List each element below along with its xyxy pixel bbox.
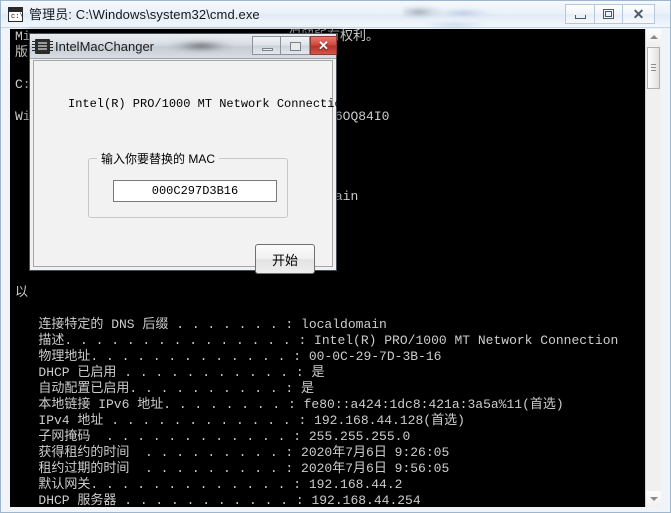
cmd-icon-prompt: c:\ xyxy=(11,13,23,21)
window-close-button[interactable]: ✕ xyxy=(623,4,655,24)
dialog-titlebar[interactable]: IntelMacChanger ✕ xyxy=(30,34,337,59)
scrollbar-up-button[interactable] xyxy=(646,29,661,45)
console-line: DHCP 服务器 . . . . . . . . . . . : 192.168… xyxy=(15,493,421,507)
scrollbar-down-button[interactable] xyxy=(646,491,661,507)
minimize-icon xyxy=(574,14,586,19)
console-line: 连接特定的 DNS 后缀 . . . . . . . : localdomain xyxy=(15,317,387,332)
cmd-window: c:\ 管理员: C:\Windows\system32\cmd.exe ✕ M… xyxy=(0,0,671,513)
chevron-up-icon xyxy=(649,35,658,39)
window-minimize-button[interactable] xyxy=(565,4,594,24)
chevron-down-icon xyxy=(649,497,658,501)
console-line: 获得租约的时间 . . . . . . . . . : 2020年7月6日 9:… xyxy=(15,445,450,460)
console-line: 以 xyxy=(15,285,29,300)
console-line: IPv4 地址 . . . . . . . . . . . . : 192.16… xyxy=(15,413,465,428)
mac-group-label: 输入你要替换的 MAC xyxy=(97,150,220,167)
minimize-icon xyxy=(262,48,273,51)
close-icon: ✕ xyxy=(318,38,329,53)
console-line: 自动配置已启用. . . . . . . . . . : 是 xyxy=(15,381,315,396)
dialog-maximize-button[interactable] xyxy=(281,36,310,55)
console-line: 本地链接 IPv6 地址. . . . . . . . : fe80::a424… xyxy=(15,397,564,412)
adapter-name-label: Intel(R) PRO/1000 MT Network Connection xyxy=(68,97,349,111)
console-line: 物理地址. . . . . . . . . . . . . : 00-0C-29… xyxy=(15,349,442,364)
console-scrollbar[interactable] xyxy=(645,29,661,507)
window-titlebar[interactable]: c:\ 管理员: C:\Windows\system32\cmd.exe ✕ xyxy=(1,1,670,28)
intelmacchanger-dialog[interactable]: IntelMacChanger ✕ Intel(R) PRO/1000 MT N… xyxy=(29,33,349,274)
scrollbar-thumb[interactable] xyxy=(647,47,660,89)
console-line: DHCP 已启用 . . . . . . . . . . . : 是 xyxy=(15,365,325,380)
dialog-minimize-button[interactable] xyxy=(252,36,281,55)
dialog-body: Intel(R) PRO/1000 MT Network Connection … xyxy=(33,60,349,274)
mac-address-input[interactable] xyxy=(113,180,277,202)
dialog-title: IntelMacChanger xyxy=(55,39,154,54)
dialog-close-button[interactable]: ✕ xyxy=(310,36,337,55)
console-line: 租约过期的时间 . . . . . . . . . : 2020年7月6日 9:… xyxy=(15,461,450,476)
scrollbar-grip-icon xyxy=(651,64,656,71)
start-button[interactable]: 开始 xyxy=(255,244,315,274)
chip-icon xyxy=(32,39,53,54)
maximize-icon xyxy=(290,42,301,51)
console-line: 描述. . . . . . . . . . . . . . . : Intel(… xyxy=(15,333,619,348)
restore-icon xyxy=(603,9,614,19)
dialog-title-blurred-overlay xyxy=(165,37,237,56)
console-line: 默认网关. . . . . . . . . . . . . : 192.168.… xyxy=(15,477,403,492)
window-title: 管理员: C:\Windows\system32\cmd.exe xyxy=(29,7,260,22)
close-icon: ✕ xyxy=(632,6,645,22)
window-maximize-button[interactable] xyxy=(594,4,623,24)
console-line: 子网掩码 . . . . . . . . . . . . : 255.255.2… xyxy=(15,429,411,444)
cmd-icon: c:\ xyxy=(8,7,23,22)
mac-input-group: 输入你要替换的 MAC xyxy=(88,150,288,218)
titlebar-blurred-overlay xyxy=(403,3,495,28)
